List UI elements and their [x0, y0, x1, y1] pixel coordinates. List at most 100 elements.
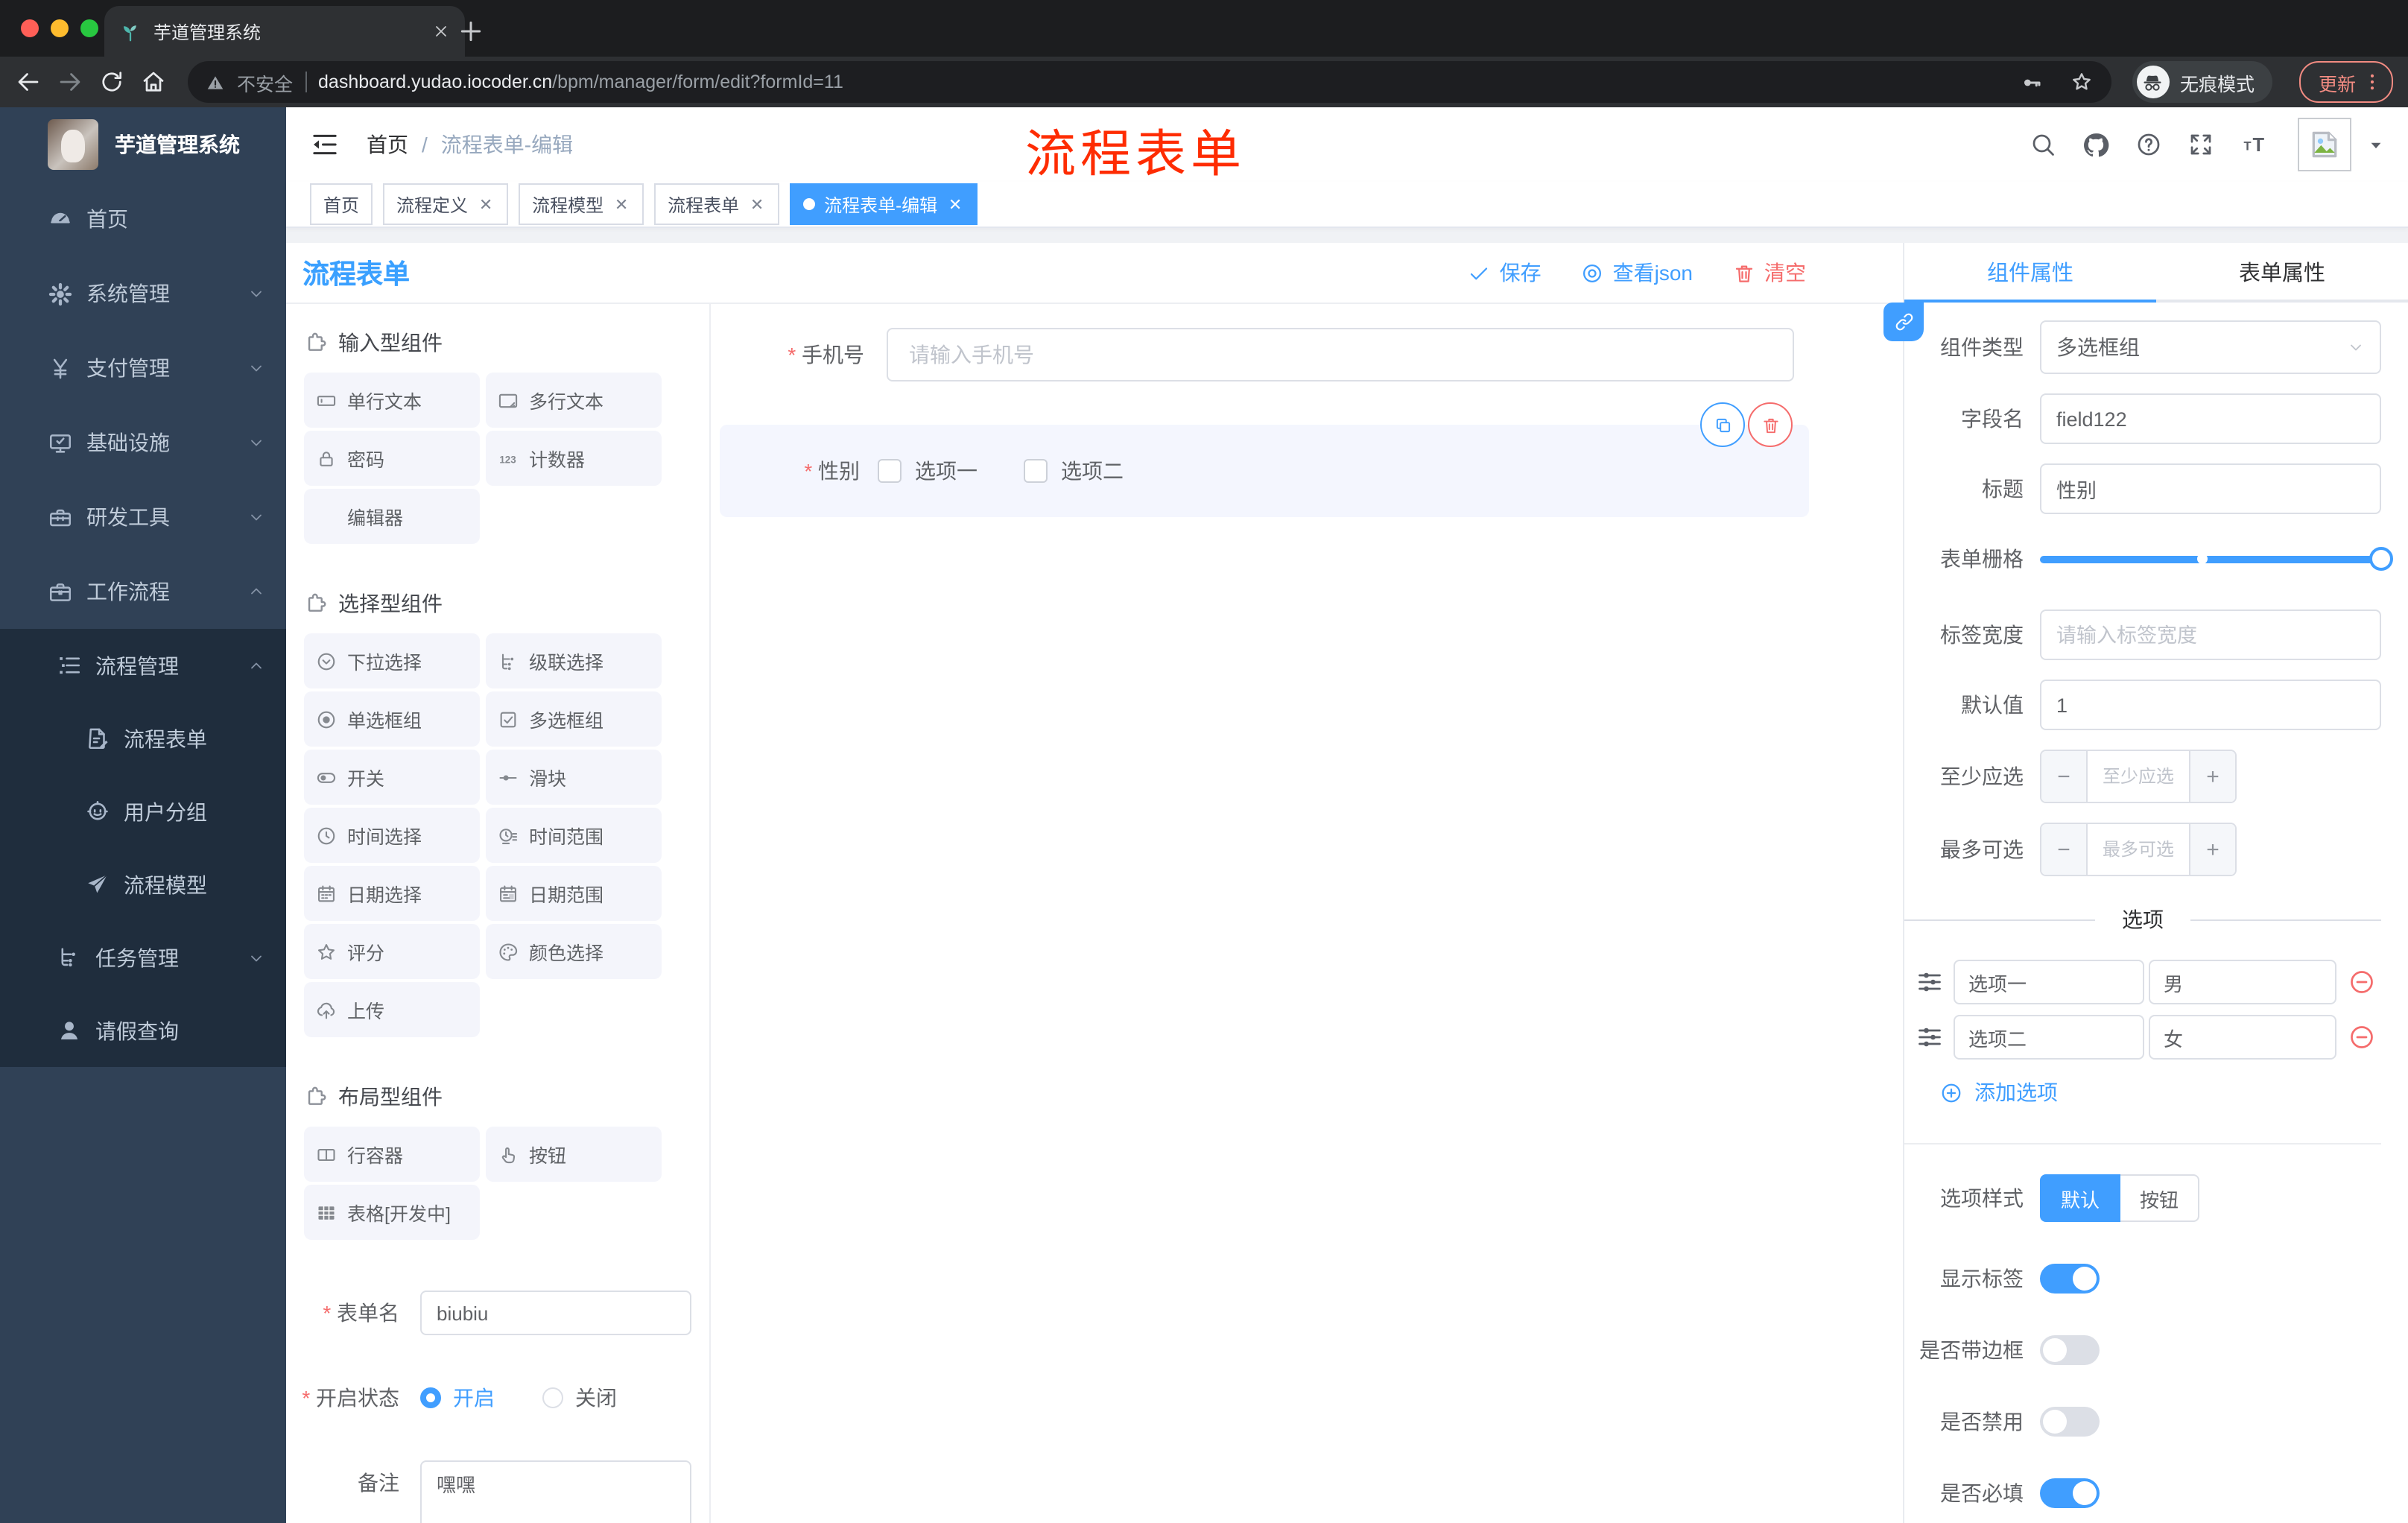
component-slider[interactable]: 滑块 — [486, 750, 662, 805]
component-multi-line-text[interactable]: 多行文本 — [486, 373, 662, 428]
tag-process-form-edit[interactable]: 流程表单-编辑 ✕ — [790, 183, 978, 225]
address-bar[interactable]: 不安全 dashboard.yudao.iocoder.cn/bpm/manag… — [188, 61, 2111, 103]
sidebar-item-system[interactable]: 系统管理 — [0, 256, 286, 331]
user-menu-caret-icon[interactable] — [2368, 136, 2384, 153]
back-button[interactable] — [15, 69, 42, 95]
browser-menu-icon[interactable] — [2362, 72, 2383, 92]
component-rate[interactable]: 评分 — [304, 924, 480, 979]
checkbox-box[interactable] — [1024, 459, 1048, 483]
drag-handle-icon[interactable] — [1916, 1024, 1943, 1051]
minimize-window-button[interactable] — [51, 19, 69, 37]
browser-tab[interactable]: 芋道管理系统 — [104, 6, 465, 57]
decrease-button[interactable]: − — [2041, 824, 2088, 875]
component-radio-group[interactable]: 单选框组 — [304, 691, 480, 747]
status-radio-off[interactable]: 关闭 — [542, 1375, 617, 1420]
phone-input[interactable] — [887, 328, 1794, 381]
avatar[interactable] — [2298, 118, 2351, 171]
sidebar-item-process-form[interactable]: 流程表单 — [0, 702, 286, 775]
fullscreen-icon[interactable] — [2187, 131, 2214, 158]
max-select-input[interactable] — [2088, 824, 2189, 875]
slider-track[interactable] — [2040, 547, 2393, 571]
tag-process-definition[interactable]: 流程定义 ✕ — [383, 183, 509, 225]
sidebar-item-task-management[interactable]: 任务管理 — [0, 921, 286, 994]
component-cascader[interactable]: 级联选择 — [486, 633, 662, 688]
checkbox-box[interactable] — [878, 459, 902, 483]
slider-handle[interactable] — [2369, 547, 2393, 571]
component-upload[interactable]: 上传 — [304, 982, 480, 1037]
disabled-toggle[interactable] — [2040, 1407, 2100, 1437]
home-button[interactable] — [140, 69, 167, 95]
tab-component-props[interactable]: 组件属性 — [1904, 243, 2156, 300]
increase-button[interactable]: + — [2189, 751, 2235, 802]
component-single-line-text[interactable]: 单行文本 — [304, 373, 480, 428]
title-input[interactable] — [2040, 463, 2381, 514]
component-color-picker[interactable]: 颜色选择 — [486, 924, 662, 979]
sidebar-item-process-model[interactable]: 流程模型 — [0, 848, 286, 921]
component-counter[interactable]: 123 计数器 — [486, 431, 662, 486]
label-width-input[interactable] — [2040, 609, 2381, 660]
option-style-button[interactable]: 按钮 — [2120, 1174, 2200, 1222]
form-remark-textarea[interactable]: 嘿嘿 — [420, 1460, 691, 1523]
status-radio-on[interactable]: 开启 — [420, 1375, 495, 1420]
field-name-input[interactable] — [2040, 393, 2381, 444]
reload-button[interactable] — [98, 69, 125, 95]
field-gender-selected[interactable]: 性别 选项一 选项二 — [720, 402, 1809, 517]
close-window-button[interactable] — [21, 19, 39, 37]
gender-checkbox-1[interactable]: 选项一 — [878, 456, 978, 486]
tag-close-icon[interactable]: ✕ — [477, 194, 495, 214]
tag-close-icon[interactable]: ✕ — [748, 194, 766, 214]
new-tab-button[interactable] — [456, 16, 486, 46]
sidebar-item-home[interactable]: 首页 — [0, 182, 286, 256]
update-button[interactable]: 更新 — [2298, 61, 2393, 103]
show-label-toggle[interactable] — [2040, 1264, 2100, 1294]
component-checkbox-group[interactable]: 多选框组 — [486, 691, 662, 747]
gender-checkbox-2[interactable]: 选项二 — [1024, 456, 1124, 486]
sidebar-item-leave-query[interactable]: 请假查询 — [0, 994, 286, 1067]
sidebar-fold-icon[interactable] — [310, 130, 340, 159]
tag-home[interactable]: 首页 — [310, 183, 373, 225]
component-row-container[interactable]: 行容器 — [304, 1127, 480, 1182]
password-key-icon[interactable] — [2021, 71, 2043, 93]
add-option-button[interactable]: 添加选项 — [1940, 1077, 2381, 1107]
sidebar-item-user-group[interactable]: 用户分组 — [0, 775, 286, 848]
component-table[interactable]: 表格[开发中] — [304, 1185, 480, 1240]
with-border-toggle[interactable] — [2040, 1335, 2100, 1365]
search-icon[interactable] — [2030, 131, 2056, 158]
delete-component-button[interactable] — [1748, 402, 1793, 447]
copy-component-button[interactable] — [1700, 402, 1745, 447]
sidebar-item-process-management[interactable]: 流程管理 — [0, 629, 286, 702]
component-type-select[interactable]: 多选框组 — [2040, 320, 2381, 374]
component-editor[interactable]: 编辑器 — [304, 489, 480, 544]
form-name-input[interactable] — [420, 1291, 691, 1335]
tag-close-icon[interactable]: ✕ — [612, 194, 630, 214]
option-style-default[interactable]: 默认 — [2040, 1174, 2121, 1222]
form-canvas[interactable]: 手机号 性别 选项一 选项二 — [711, 304, 1903, 1523]
clear-button[interactable]: 清空 — [1733, 258, 1806, 288]
sidebar-item-infrastructure[interactable]: 基础设施 — [0, 405, 286, 480]
save-button[interactable]: 保存 — [1468, 258, 1542, 288]
component-switch[interactable]: 开关 — [304, 750, 480, 805]
tab-form-props[interactable]: 表单属性 — [2156, 243, 2408, 300]
breadcrumb-home[interactable]: 首页 — [367, 130, 408, 159]
font-size-icon[interactable]: TT — [2240, 131, 2272, 158]
drag-handle-icon[interactable] — [1916, 969, 1943, 995]
option-label-input[interactable] — [1954, 960, 2144, 1004]
remove-option-button[interactable] — [2348, 1024, 2375, 1051]
window-controls[interactable] — [21, 19, 98, 37]
data-bind-button[interactable] — [1883, 303, 1924, 341]
help-icon[interactable] — [2135, 131, 2162, 158]
sidebar-item-dev-tools[interactable]: 研发工具 — [0, 480, 286, 554]
bookmark-star-icon[interactable] — [2070, 70, 2094, 94]
forward-button[interactable] — [57, 69, 83, 95]
default-value-input[interactable] — [2040, 680, 2381, 730]
min-select-input[interactable] — [2088, 751, 2189, 802]
decrease-button[interactable]: − — [2041, 751, 2088, 802]
view-json-button[interactable]: 查看json — [1582, 258, 1693, 288]
component-time-range[interactable]: 时间范围 — [486, 808, 662, 863]
tag-close-icon[interactable]: ✕ — [946, 194, 964, 214]
github-icon[interactable] — [2082, 130, 2110, 159]
remove-option-button[interactable] — [2348, 969, 2375, 995]
grid-slider[interactable] — [2040, 533, 2393, 584]
option-label-input[interactable] — [1954, 1015, 2144, 1060]
increase-button[interactable]: + — [2189, 824, 2235, 875]
